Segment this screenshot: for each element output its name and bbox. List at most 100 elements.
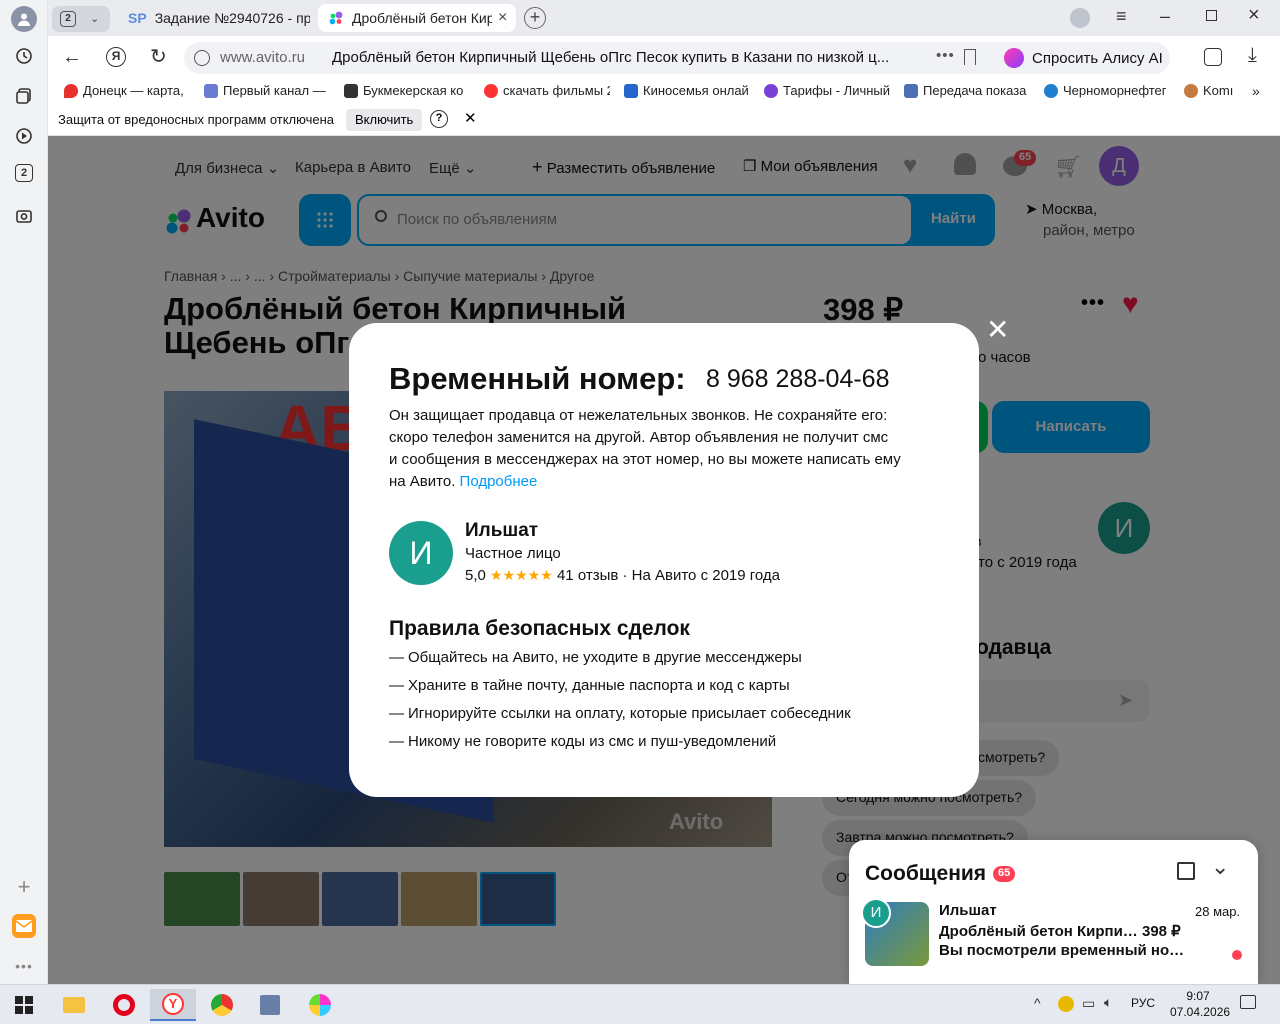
page-actions-icon[interactable]: •••	[936, 47, 955, 64]
reviews-link[interactable]: 41 отзыв · На Авито с 2019 года	[557, 567, 780, 584]
app-icon[interactable]	[254, 989, 286, 1021]
more-icon[interactable]: •••	[12, 954, 36, 978]
drop-icon	[1044, 83, 1058, 98]
seller-avatar[interactable]: И	[389, 521, 453, 585]
bookmark-icon[interactable]	[964, 49, 976, 65]
tab-avito[interactable]: Дроблёный бетон Кирп ×	[318, 4, 516, 32]
collapse-chevron-icon[interactable]: ⌄	[1211, 854, 1229, 880]
tv-icon	[204, 83, 218, 98]
restore-icon[interactable]	[1206, 10, 1217, 21]
alice-button[interactable]: Спросить Алису AI	[996, 42, 1170, 74]
bookmarks-more-icon[interactable]: »	[1252, 83, 1260, 99]
chat-preview[interactable]: Вы посмотрели временный но…	[939, 942, 1184, 959]
map-pin-icon	[64, 83, 78, 98]
tray-expand-icon[interactable]: ^	[1034, 995, 1041, 1011]
history-icon[interactable]	[12, 44, 36, 68]
account-icon[interactable]	[1070, 8, 1090, 28]
bookmark-item[interactable]: Донецк — карта,	[64, 83, 186, 98]
tab-zadanie[interactable]: SP Задание №2940726 - про	[120, 4, 310, 32]
chat-name[interactable]: Ильшат	[939, 902, 997, 919]
rule-item: — Общайтесь на Авито, не уходите в другие…	[389, 649, 802, 666]
seller-name[interactable]: Ильшат	[465, 520, 538, 542]
chat-item-title[interactable]: Дроблёный бетон Кирпи… 398 ₽	[939, 922, 1181, 940]
address-row: ← Я ↻ www.avito.ru Дроблёный бетон Кирпи…	[48, 36, 1280, 80]
new-tab-icon[interactable]: +	[524, 7, 546, 29]
close-window-icon[interactable]: ×	[1248, 4, 1260, 27]
rating-stars-icon: ★★★★★	[490, 567, 553, 583]
modal-title: Временный номер:	[389, 361, 686, 396]
alice-label: Спросить Алису AI	[1032, 49, 1163, 67]
address-title: Дроблёный бетон Кирпичный Щебень оПгс Пе…	[332, 49, 890, 66]
monitor-icon	[624, 83, 638, 98]
messages-title[interactable]: Сообщения	[865, 862, 986, 886]
file-explorer-icon[interactable]	[58, 989, 90, 1021]
sidebar-counter-badge[interactable]: 2	[15, 164, 33, 182]
notifications-icon[interactable]	[1240, 995, 1256, 1009]
minimize-icon[interactable]: –	[1160, 6, 1170, 27]
alice-icon	[1004, 48, 1024, 68]
bookmark-item[interactable]: Киносемья онлай	[624, 83, 752, 98]
yandex-favicon-icon	[484, 83, 498, 98]
bookmark-item[interactable]: скачать фильмы 2	[484, 83, 610, 98]
bookmark-item[interactable]: Первый канал —	[204, 83, 326, 98]
avito-favicon-icon	[329, 11, 343, 25]
windows-taskbar: Y ^ ▭ 🔈︎ РУС 9:07 07.04.2026	[0, 984, 1280, 1024]
bookmark-item[interactable]: Букмекерская ко	[344, 83, 468, 98]
rule-item: — Игнорируйте ссылки на оплату, которые п…	[389, 705, 851, 722]
yandex-icon[interactable]: Я	[106, 47, 126, 67]
close-tab-icon[interactable]: ×	[498, 9, 507, 27]
opera-icon[interactable]	[108, 989, 140, 1021]
chat-avatar: И	[861, 898, 891, 928]
rule-item: — Никому не говорите коды из смс и пуш-ув…	[389, 733, 777, 750]
open-external-icon[interactable]	[1177, 862, 1195, 880]
address-bar[interactable]: www.avito.ru Дроблёный бетон Кирпичный Щ…	[184, 42, 1042, 74]
kommunal-icon	[1184, 83, 1198, 98]
screenshot-icon[interactable]	[12, 204, 36, 228]
bookmarks-bar: Донецк — карта, Первый канал — Букмекерс…	[48, 80, 1280, 104]
back-icon[interactable]: ←	[62, 46, 82, 69]
color-app-icon[interactable]	[304, 989, 336, 1021]
seller-type: Частное лицо	[465, 545, 561, 562]
protection-infobar: Защита от вредоносных программ отключена…	[48, 104, 1280, 136]
bookmark-item[interactable]: Передача показа	[904, 83, 1032, 98]
yandex-browser-icon[interactable]: Y	[150, 989, 196, 1021]
clock[interactable]: 9:07 07.04.2026	[1170, 988, 1230, 1020]
bookmaker-icon	[344, 83, 358, 98]
rule-item: — Храните в тайне почту, данные паспорта …	[389, 677, 790, 694]
downloads-icon[interactable]: ⤓	[1248, 44, 1257, 67]
bookmark-item[interactable]: Komı	[1184, 83, 1242, 98]
temporary-number-modal: Временный номер: 8 968 288-04-68 Он защи…	[349, 323, 979, 797]
temporary-phone[interactable]: 8 968 288-04-68	[706, 365, 889, 394]
profile-icon[interactable]	[11, 6, 37, 32]
tab-label: Дроблёный бетон Кирп	[352, 10, 492, 26]
volume-icon[interactable]: 🔈︎	[1104, 994, 1112, 1011]
tab-count-badge: 2	[60, 11, 76, 27]
tab-group[interactable]: 2 ⌄	[52, 6, 110, 32]
infobar-text: Защита от вредоносных программ отключена	[58, 112, 335, 127]
keyboard-language[interactable]: РУС	[1131, 996, 1155, 1010]
add-panel-icon[interactable]: +	[12, 874, 36, 899]
mail-icon[interactable]	[12, 914, 36, 938]
sp-favicon-icon: SP	[128, 10, 147, 26]
close-infobar-icon[interactable]: ✕	[464, 109, 477, 127]
chrome-icon[interactable]	[206, 989, 238, 1021]
close-modal-icon[interactable]: ✕	[986, 316, 1009, 344]
bookmark-item[interactable]: Тарифы - Личный	[764, 83, 890, 98]
chevron-down-icon: ⌄	[90, 13, 100, 25]
reload-icon[interactable]: ↻	[150, 44, 167, 69]
video-icon[interactable]	[12, 124, 36, 148]
enable-protection-button[interactable]: Включить	[346, 109, 423, 131]
more-info-link[interactable]: Подробнее	[460, 473, 538, 490]
bookmark-item[interactable]: Черноморнефтег	[1044, 83, 1168, 98]
windows-start-icon[interactable]	[8, 989, 40, 1021]
seller-rating: 5,0 ★★★★★ 41 отзыв · На Авито с 2019 год…	[465, 567, 781, 584]
collections-icon[interactable]	[12, 84, 36, 108]
tab-bar: 2 ⌄ SP Задание №2940726 - про Дроблёный …	[48, 0, 1280, 36]
tab-label: Задание №2940726 - про	[154, 10, 310, 26]
menu-icon[interactable]: ≡	[1116, 6, 1127, 27]
security-shield-icon[interactable]	[194, 50, 210, 66]
tray-app-icon[interactable]	[1058, 996, 1074, 1012]
extensions-icon[interactable]	[1204, 48, 1222, 66]
help-icon[interactable]: ?	[430, 110, 448, 128]
network-icon[interactable]: ▭	[1082, 995, 1095, 1012]
